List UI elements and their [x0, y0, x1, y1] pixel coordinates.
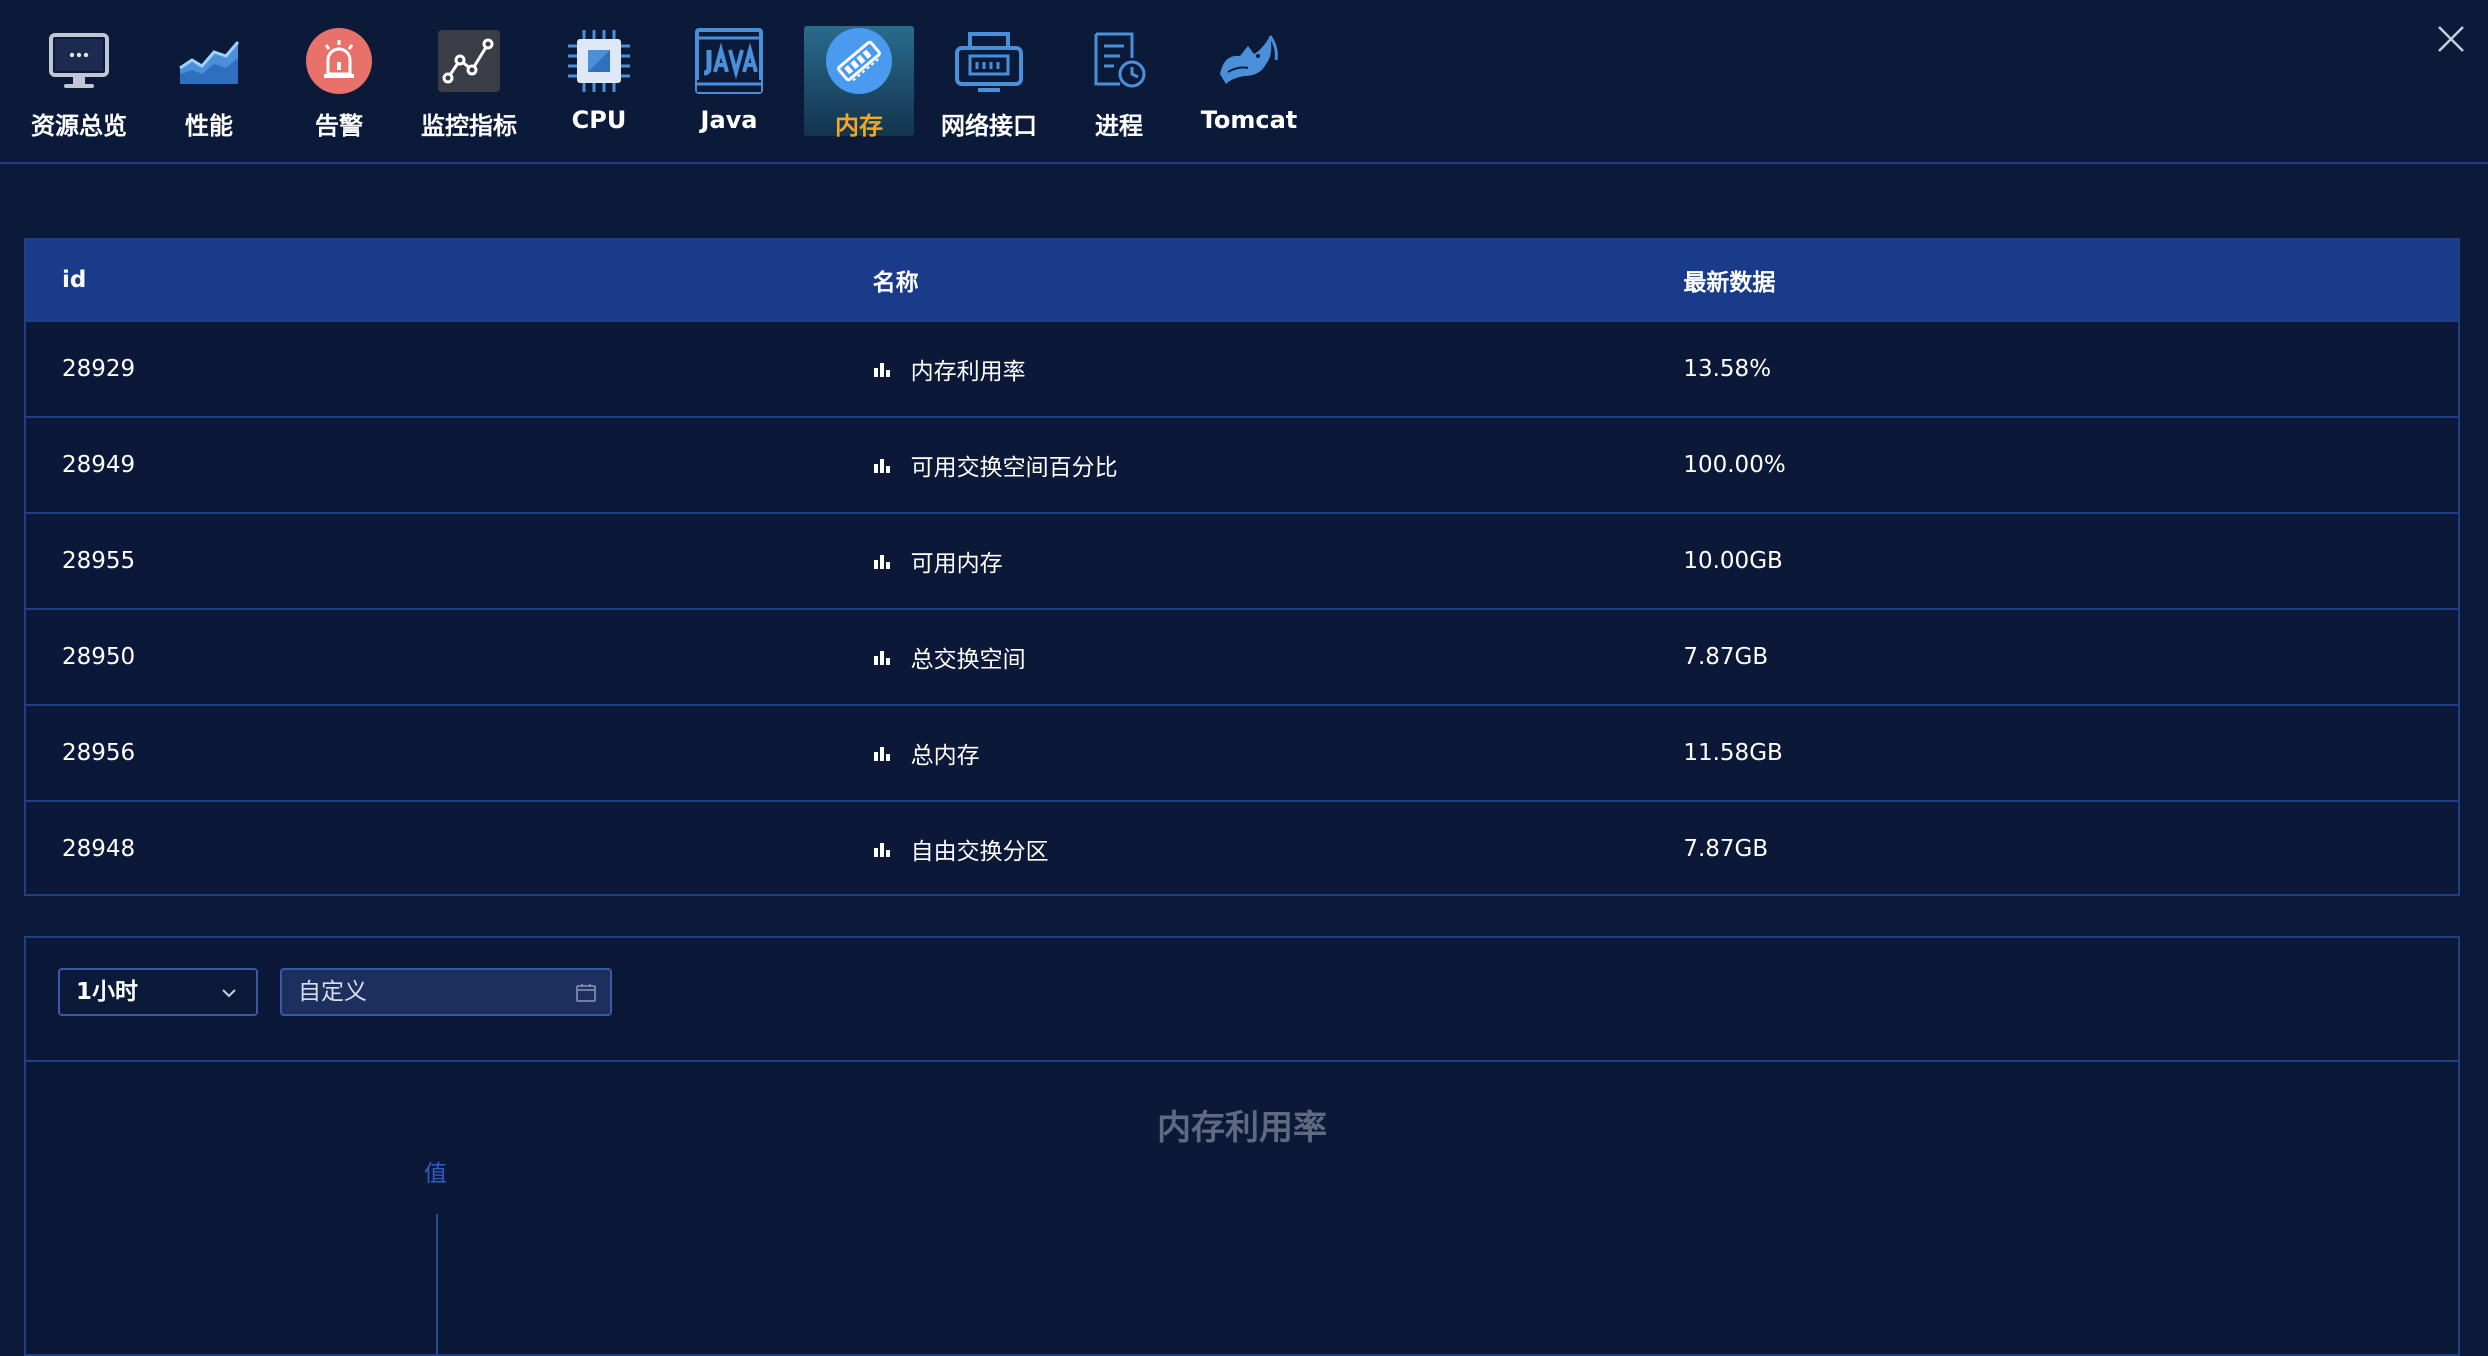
process-icon [1084, 26, 1154, 96]
bar-chart-icon [873, 747, 890, 761]
tool-process[interactable]: 进程 [1064, 26, 1174, 140]
row-value: 13.58% [1683, 356, 1772, 382]
monitor-icon [44, 26, 114, 96]
row-value: 100.00% [1683, 452, 1786, 478]
row-name-cell: 总内存 [837, 736, 1648, 770]
bar-chart-icon [873, 459, 890, 473]
row-value: 10.00GB [1683, 548, 1783, 574]
memory-usage-chart: 内存利用率 值 [26, 1062, 2458, 1354]
close-icon [2438, 26, 2464, 52]
row-value: 7.87GB [1683, 644, 1769, 670]
row-id: 28929 [62, 356, 136, 382]
table-row[interactable]: 28948 自由交换分区 7.87GB [26, 800, 2458, 896]
y-axis-line [436, 1214, 438, 1354]
filter-bar: 1小时 自定义 [26, 938, 2458, 1062]
tomcat-icon [1214, 26, 1284, 96]
top-toolbar: 资源总览 性能 告警 监控指标 CPU Java 内存 网络接口 进程 Tomc… [0, 0, 2488, 164]
row-id: 28956 [62, 740, 136, 766]
row-id: 28949 [62, 452, 136, 478]
tool-monitor-metrics[interactable]: 监控指标 [414, 26, 524, 140]
row-id: 28948 [62, 836, 136, 862]
time-range-select[interactable]: 1小时 [58, 968, 258, 1016]
tool-memory[interactable]: 内存 [804, 26, 914, 140]
row-value: 11.58GB [1683, 740, 1783, 766]
tool-network-interface[interactable]: 网络接口 [934, 26, 1044, 140]
header-name: 名称 [872, 270, 919, 296]
custom-date-input[interactable]: 自定义 [280, 968, 612, 1016]
row-id: 28955 [62, 548, 136, 574]
row-value: 7.87GB [1683, 836, 1769, 862]
tool-cpu[interactable]: CPU [544, 26, 654, 136]
header-id: id [62, 267, 87, 293]
java-icon [694, 26, 764, 96]
row-name-cell: 自由交换分区 [837, 832, 1648, 866]
tool-label: Tomcat [1200, 106, 1298, 134]
row-name: 总交换空间 [910, 647, 1026, 673]
row-id: 28950 [62, 644, 136, 670]
table-row[interactable]: 28949 可用交换空间百分比 100.00% [26, 416, 2458, 512]
calendar-icon [576, 984, 596, 1002]
row-name-cell: 可用内存 [837, 544, 1648, 578]
table-row[interactable]: 28929 内存利用率 13.58% [26, 320, 2458, 416]
row-name: 总内存 [910, 743, 980, 769]
row-name-cell: 总交换空间 [837, 640, 1648, 674]
row-name-cell: 内存利用率 [837, 352, 1648, 386]
chart-panel: 1小时 自定义 内存利用率 值 [24, 936, 2460, 1356]
table-header: id 名称 最新数据 [26, 240, 2458, 320]
line-chart-icon [434, 26, 504, 96]
network-interface-icon [954, 26, 1024, 96]
bar-chart-icon [873, 555, 890, 569]
tool-alarm[interactable]: 告警 [284, 26, 394, 140]
header-latest-data: 最新数据 [1683, 270, 1776, 296]
tool-tomcat[interactable]: Tomcat [1194, 26, 1304, 136]
memory-icon [824, 26, 894, 96]
row-name: 内存利用率 [910, 359, 1026, 385]
close-button[interactable] [2434, 22, 2468, 56]
row-name-cell: 可用交换空间百分比 [837, 448, 1648, 482]
y-axis-label: 值 [424, 1161, 447, 1187]
tool-performance[interactable]: 性能 [154, 26, 264, 140]
table-row[interactable]: 28950 总交换空间 7.87GB [26, 608, 2458, 704]
area-chart-icon [174, 26, 244, 96]
table-row[interactable]: 28956 总内存 11.58GB [26, 704, 2458, 800]
chevron-down-icon [222, 989, 236, 998]
custom-date-placeholder: 自定义 [298, 979, 367, 1005]
bar-chart-icon [873, 843, 890, 857]
chart-title: 内存利用率 [1157, 1108, 1327, 1148]
row-name: 自由交换分区 [910, 839, 1049, 865]
tool-java[interactable]: Java [674, 26, 784, 136]
metrics-table: id 名称 最新数据 28929 内存利用率 13.58% 28949 可用交换… [24, 238, 2460, 896]
alarm-icon [304, 26, 374, 96]
tool-resource-overview[interactable]: 资源总览 [24, 26, 134, 140]
row-name: 可用内存 [910, 551, 1003, 577]
bar-chart-icon [873, 651, 890, 665]
time-range-value: 1小时 [76, 979, 139, 1005]
table-row[interactable]: 28955 可用内存 10.00GB [26, 512, 2458, 608]
bar-chart-icon [873, 363, 890, 377]
row-name: 可用交换空间百分比 [910, 455, 1118, 481]
cpu-chip-icon [564, 26, 634, 96]
